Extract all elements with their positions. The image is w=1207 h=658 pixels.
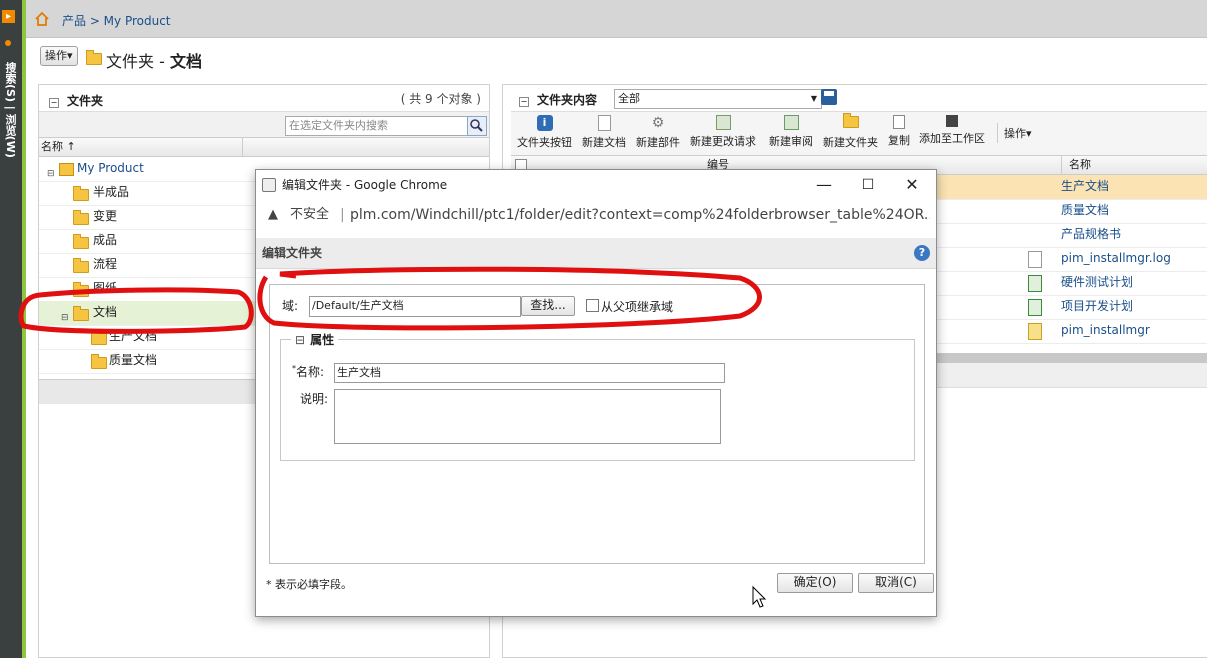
- annotation-circle-domain: [257, 266, 762, 331]
- annotation-circle-tree: [18, 287, 254, 334]
- annotation-overlay: [18, 266, 762, 334]
